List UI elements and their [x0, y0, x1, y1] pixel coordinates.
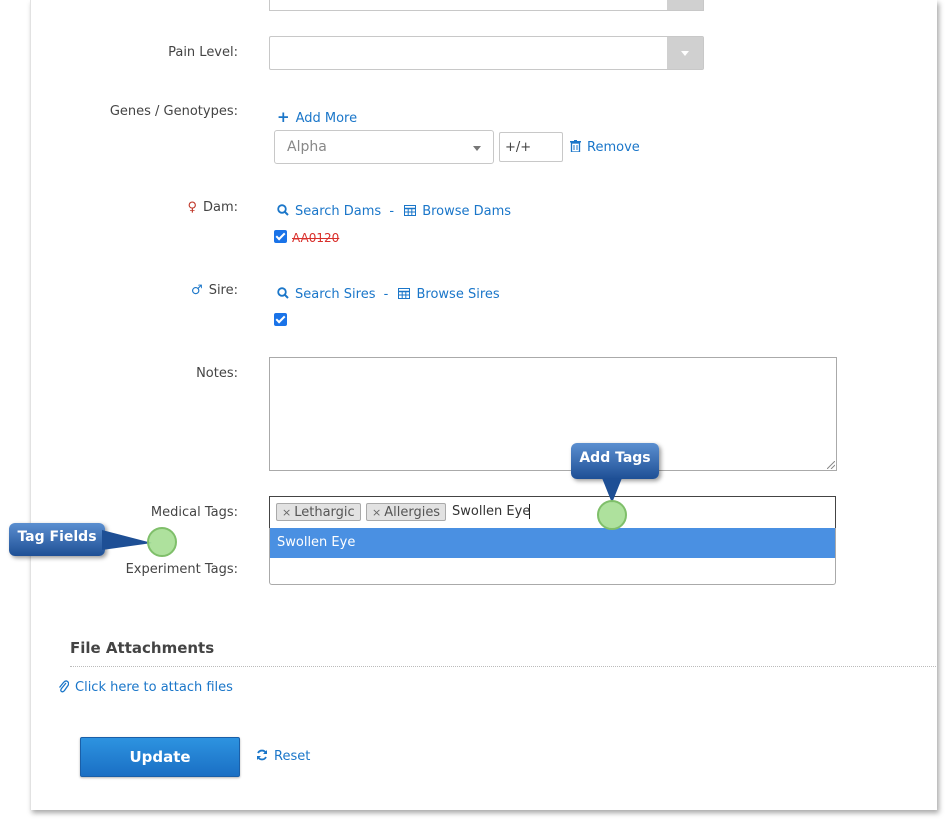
search-sires-label: Search Sires [295, 287, 376, 302]
tag-remove-icon[interactable]: × [282, 506, 291, 519]
dam-value: AA0120 [292, 231, 340, 245]
dam-label: Dam: [202, 200, 238, 215]
browse-dams-label: Browse Dams [422, 204, 512, 219]
sire-links: Search Sires - Browse Sires [277, 287, 500, 302]
medical-tags-input[interactable]: × Lethargic × Allergies Swollen Eye [269, 496, 836, 529]
genes-label: Genes / Genotypes: [109, 104, 238, 119]
add-tags-callout-label: Add Tags [579, 450, 651, 466]
add-tags-marker [597, 500, 627, 530]
add-tags-callout: Add Tags [571, 443, 659, 479]
update-button[interactable]: Update [80, 737, 240, 777]
top-select-caret-box [667, 0, 703, 10]
tag-lethargic: × Lethargic [276, 503, 361, 521]
link-separator: - [383, 287, 389, 302]
reset-label: Reset [274, 749, 311, 764]
dam-links: Search Dams - Browse Dams [277, 204, 511, 219]
pain-level-select[interactable] [269, 36, 704, 70]
table-icon [398, 288, 411, 299]
tag-allergies: × Allergies [366, 503, 447, 521]
plus-icon: + [277, 108, 290, 126]
suggestion-item[interactable]: Swollen Eye [270, 528, 835, 558]
tag-fields-marker [147, 527, 177, 557]
search-dams-link[interactable]: Search Dams [277, 204, 385, 219]
pain-level-label: Pain Level: [168, 45, 238, 60]
attach-files-label: Click here to attach files [75, 680, 233, 695]
gene-select[interactable]: Alpha [274, 130, 494, 164]
browse-sires-link[interactable]: Browse Sires [398, 287, 500, 302]
tag-input-text[interactable]: Swollen Eye [452, 504, 530, 519]
tag-remove-icon[interactable]: × [372, 506, 381, 519]
tag-fields-callout-label: Tag Fields [17, 529, 97, 545]
sire-label: Sire: [208, 283, 238, 298]
medical-tags-label: Medical Tags: [150, 505, 238, 520]
browse-sires-label: Browse Sires [416, 287, 500, 302]
genotype-value: +/+ [505, 140, 532, 155]
male-icon: ♂ [191, 283, 203, 298]
tag-fields-pointer [102, 530, 152, 550]
search-icon [277, 204, 289, 216]
link-separator: - [389, 204, 395, 219]
tag-label: Allergies [384, 505, 441, 520]
add-more-label: Add More [295, 111, 358, 126]
sire-checkbox[interactable] [274, 313, 287, 326]
tag-label: Lethargic [294, 505, 355, 520]
search-dams-label: Search Dams [295, 204, 382, 219]
file-attachments-title: File Attachments [70, 639, 215, 657]
notes-label: Notes: [196, 366, 238, 381]
tag-fields-callout: Tag Fields [9, 523, 105, 556]
experiment-tags-label: Experiment Tags: [125, 562, 238, 577]
add-more-link[interactable]: + Add More [277, 108, 357, 126]
search-icon [277, 287, 289, 299]
top-select[interactable] [269, 0, 704, 11]
female-icon: ♀ [187, 200, 197, 215]
section-divider [70, 666, 936, 667]
chevron-down-icon [681, 51, 689, 56]
genotype-input[interactable]: +/+ [499, 132, 563, 162]
chevron-down-icon [473, 146, 481, 151]
table-icon [404, 205, 417, 216]
attach-files-link[interactable]: Click here to attach files [58, 679, 233, 695]
notes-textarea[interactable] [269, 357, 837, 471]
tag-suggestions-dropdown: Swollen Eye [269, 528, 836, 585]
dam-checkbox[interactable] [274, 230, 287, 243]
trash-icon [570, 140, 581, 153]
resize-handle-icon[interactable] [827, 461, 835, 469]
pain-level-caret-box [667, 37, 703, 69]
gene-select-value: Alpha [287, 139, 327, 155]
remove-link[interactable]: Remove [570, 140, 640, 155]
remove-label: Remove [587, 140, 640, 155]
paperclip-icon [58, 680, 70, 693]
search-sires-link[interactable]: Search Sires [277, 287, 380, 302]
reset-link[interactable]: Reset [256, 749, 310, 764]
text-cursor [529, 504, 530, 519]
dam-label-row: ♀ Dam: [187, 200, 238, 215]
refresh-icon [257, 749, 267, 761]
sire-label-row: ♂ Sire: [191, 283, 238, 298]
browse-dams-link[interactable]: Browse Dams [404, 204, 511, 219]
